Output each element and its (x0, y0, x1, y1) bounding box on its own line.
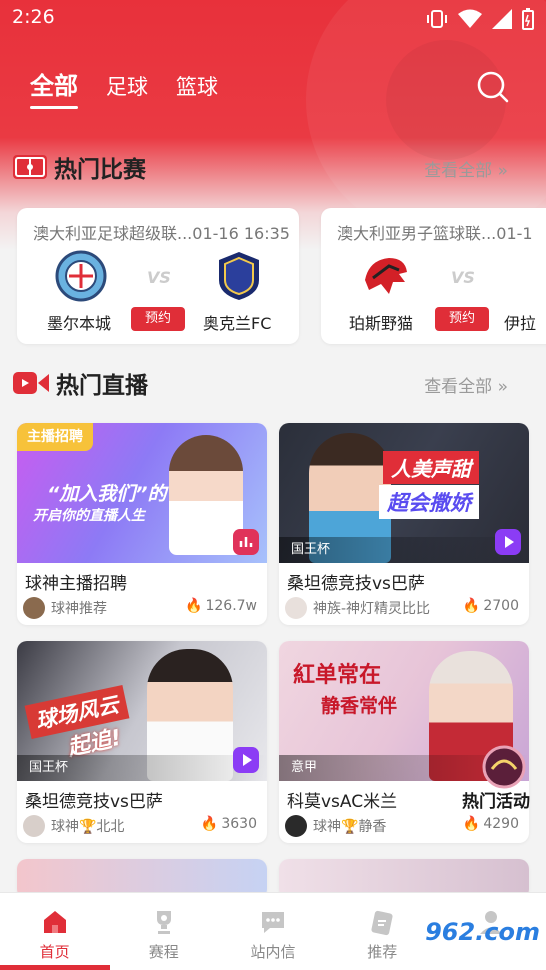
hot-count: 🔥 2700 (463, 598, 519, 614)
live-card[interactable]: 人美声甜 超会撒娇 国王杯 桑坦德竞技vs巴萨 神族-神灯精灵比比 🔥 2700 (279, 423, 529, 625)
nav-home[interactable]: 首页 (0, 893, 109, 970)
live-card[interactable]: 紅单常在 静香常伴 意甲 科莫vsAC米兰 球神🏆静香 🔥 4290 (279, 641, 529, 843)
live-thumbnail: 人美声甜 超会撒娇 国王杯 (279, 423, 529, 563)
live-author: 神族-神灯精灵比比 (285, 597, 430, 619)
home-icon (43, 911, 66, 933)
thumb-subline: 静香常伴 (321, 695, 398, 717)
away-team-name: 伊拉 (504, 314, 537, 333)
live-thumbnail: “加入我们”的 开启你的直播人生 主播招聘 (17, 423, 267, 563)
nav-schedule[interactable]: 赛程 (109, 893, 218, 970)
league-tag: 国王杯 (17, 755, 267, 781)
activity-badge-icon[interactable] (462, 745, 546, 789)
view-all-live-link[interactable]: 查看全部 » (424, 372, 508, 397)
author-name: 神族-神灯精灵比比 (313, 601, 431, 617)
section-title: 热门比赛 (54, 157, 146, 183)
recruit-tag: 主播招聘 (17, 423, 93, 451)
home-team-name: 珀斯野猫 (349, 314, 414, 333)
live-author: 球神推荐 (23, 597, 107, 619)
live-card[interactable]: 球场风云 起追! 国王杯 桑坦德竞技vs巴萨 球神🏆北北 🔥 3630 (17, 641, 267, 843)
live-title: 桑坦德竞技vs巴萨 (287, 574, 425, 594)
video-camera-icon (13, 372, 49, 394)
tab-all[interactable]: 全部 (30, 66, 78, 109)
battery-icon (522, 8, 534, 30)
hot-count: 🔥 126.7w (185, 598, 257, 614)
nav-messages[interactable]: 站内信 (218, 893, 327, 970)
hot-value: 126.7w (205, 598, 257, 614)
flame-icon: 🔥 (200, 816, 219, 832)
stats-icon (233, 529, 259, 555)
author-name: 球神🏆北北 (51, 819, 125, 835)
team-logo-icon (55, 250, 107, 302)
vs-label: VS (451, 268, 475, 287)
watermark-logo: 962.com (425, 918, 540, 946)
hot-live-header: 热门直播 (12, 366, 148, 400)
thumb-headline: “加入我们”的 (47, 483, 167, 505)
recommend-icon (371, 910, 393, 936)
avatar (285, 815, 307, 837)
avatar (23, 815, 45, 837)
league-tag: 国王杯 (279, 537, 529, 563)
thumb-headline: 紅单常在 (293, 663, 382, 688)
thumb-subline: 开启你的直播人生 (33, 508, 145, 524)
vs-label: VS (147, 268, 171, 287)
hot-value: 3630 (221, 816, 257, 832)
tab-football[interactable]: 足球 (106, 71, 148, 109)
nav-label: 赛程 (148, 943, 179, 961)
match-card[interactable]: 澳大利亚男子篮球联...01-1 VS 珀斯野猫 预约 伊拉 (321, 208, 546, 344)
flame-icon: 🔥 (462, 816, 481, 832)
nav-label: 站内信 (250, 943, 296, 961)
live-author: 球神🏆静香 (285, 815, 386, 837)
match-league: 澳大利亚男子篮球联...01-1 (337, 224, 533, 243)
home-team-name: 墨尔本城 (47, 314, 112, 333)
pitch-icon (13, 155, 47, 179)
view-all-matches-link[interactable]: 查看全部 » (424, 156, 508, 181)
match-league: 澳大利亚足球超级联...01-16 16:35 (33, 224, 290, 243)
hot-count: 🔥 3630 (201, 816, 257, 832)
team-logo-icon (365, 258, 407, 294)
live-author: 球神🏆北北 (23, 815, 124, 837)
flame-icon: 🔥 (185, 598, 203, 614)
message-icon (262, 912, 284, 933)
thumb-headline: 人美声甜 (383, 451, 479, 484)
nav-label: 首页 (39, 943, 70, 961)
hot-value: 2700 (483, 598, 519, 614)
avatar (23, 597, 45, 619)
avatar (285, 597, 307, 619)
status-time: 2:26 (12, 6, 55, 28)
play-icon (495, 529, 521, 555)
author-name: 球神🏆静香 (313, 819, 387, 835)
nav-active-indicator (0, 965, 110, 970)
trophy-icon (156, 911, 171, 934)
live-card[interactable]: “加入我们”的 开启你的直播人生 主播招聘 球神主播招聘 球神推荐 🔥 126.… (17, 423, 267, 625)
book-button[interactable]: 预约 (131, 307, 185, 331)
live-thumbnail: 球场风云 起追! 国王杯 (17, 641, 267, 781)
section-title: 热门直播 (56, 373, 148, 399)
author-name: 球神推荐 (51, 601, 107, 617)
search-icon[interactable] (476, 70, 510, 104)
away-team-name: 奥克兰FC (203, 314, 272, 333)
hot-value: 4290 (483, 816, 519, 832)
thumb-subline: 超会撒娇 (379, 485, 479, 519)
host-photo (169, 435, 243, 555)
activity-label[interactable]: 热门活动 (462, 787, 530, 812)
tab-basketball[interactable]: 篮球 (176, 71, 218, 109)
status-bar: 2:26 (0, 0, 546, 36)
hot-matches-header: 热门比赛 (12, 150, 146, 184)
play-icon (233, 747, 259, 773)
top-tabs: 全部 足球 篮球 (30, 66, 218, 109)
live-title: 桑坦德竞技vs巴萨 (25, 792, 163, 812)
hot-count: 🔥 4290 (463, 816, 519, 832)
book-button[interactable]: 预约 (435, 307, 489, 331)
live-title: 球神主播招聘 (25, 574, 127, 594)
nav-recommend[interactable]: 推荐 (328, 893, 437, 970)
flame-icon: 🔥 (462, 598, 481, 614)
team-logo-icon (219, 252, 259, 300)
vibrate-icon (427, 10, 447, 28)
wifi-icon (458, 9, 482, 28)
signal-icon (492, 9, 512, 29)
nav-label: 推荐 (367, 943, 398, 961)
live-title: 科莫vsAC米兰 (287, 792, 398, 812)
match-card[interactable]: 澳大利亚足球超级联...01-16 16:35 VS 墨尔本城 预约 奥克兰FC (17, 208, 299, 344)
